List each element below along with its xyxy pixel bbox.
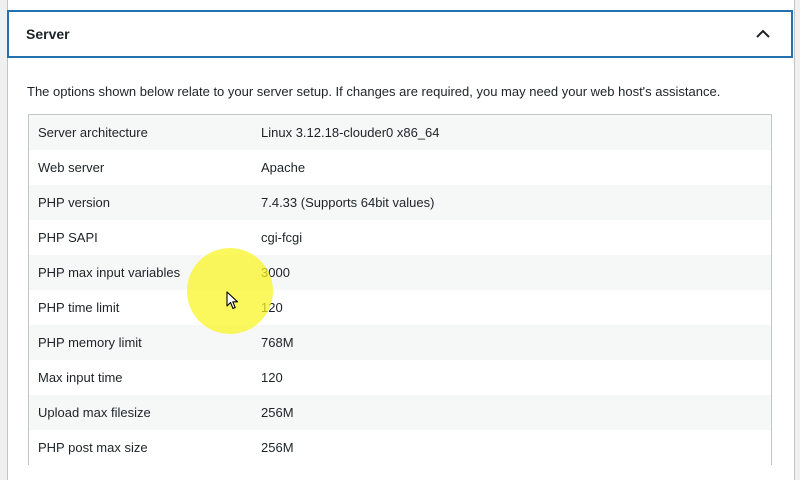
table-row: PHP time limit 120 — [29, 290, 771, 325]
row-label: PHP version — [38, 195, 111, 210]
row-value: Linux 3.12.18-clouder0 x86_64 — [261, 125, 440, 140]
row-label: Max input time — [38, 370, 123, 385]
row-value: 120 — [261, 370, 283, 385]
row-label: PHP memory limit — [38, 335, 142, 350]
table-row: Web server Apache — [29, 150, 771, 185]
row-value: 3000 — [261, 265, 290, 280]
row-value: 7.4.33 (Supports 64bit values) — [261, 195, 435, 210]
server-info-table: Server architecture Linux 3.12.18-cloude… — [28, 114, 772, 465]
table-row: PHP memory limit 768M — [29, 325, 771, 360]
row-label: Web server — [38, 160, 105, 175]
row-value: 256M — [261, 440, 294, 455]
table-row: Upload max filesize 256M — [29, 395, 771, 430]
table-row: Max input time 120 — [29, 360, 771, 395]
server-info-panel: Server The options shown below relate to… — [7, 0, 795, 480]
row-value: Apache — [261, 160, 306, 175]
row-label: PHP SAPI — [38, 230, 98, 245]
server-section-header[interactable]: Server — [8, 11, 792, 57]
row-value: 768M — [261, 335, 294, 350]
row-label: PHP max input variables — [38, 265, 181, 280]
section-title: Server — [26, 26, 70, 42]
row-label: PHP time limit — [38, 300, 120, 315]
row-label: Server architecture — [38, 125, 148, 140]
chevron-up-icon[interactable] — [751, 22, 775, 46]
table-row: PHP max input variables 3000 — [29, 255, 771, 290]
table-row: Server architecture Linux 3.12.18-cloude… — [29, 115, 771, 150]
row-value: cgi-fcgi — [261, 230, 303, 245]
table-row: PHP post max size 256M — [29, 430, 771, 465]
row-label: PHP post max size — [38, 440, 148, 455]
row-label: Upload max filesize — [38, 405, 151, 420]
row-value: 120 — [261, 300, 283, 315]
table-row: PHP SAPI cgi-fcgi — [29, 220, 771, 255]
table-row: PHP version 7.4.33 (Supports 64bit value… — [29, 185, 771, 220]
row-value: 256M — [261, 405, 294, 420]
intro-text: The options shown below relate to your s… — [27, 84, 721, 99]
